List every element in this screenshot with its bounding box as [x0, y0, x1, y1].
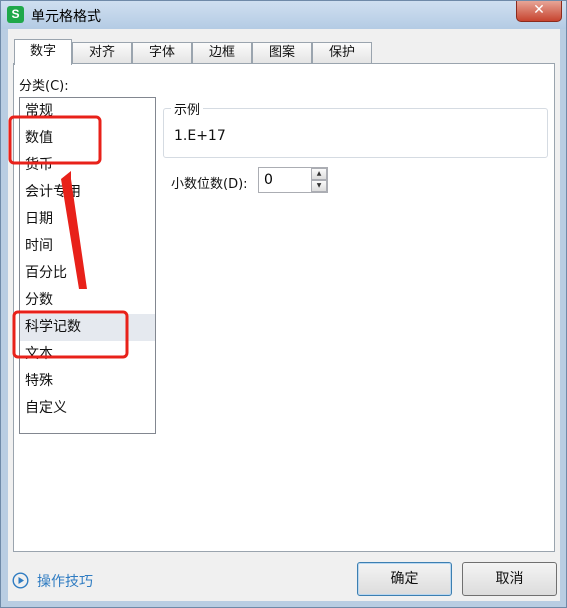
play-circle-icon	[12, 572, 29, 589]
close-button[interactable]: ✕	[516, 1, 562, 22]
list-item-text[interactable]: 文本	[20, 341, 155, 368]
ok-button[interactable]: 确定	[357, 562, 452, 596]
dialog-title: 单元格格式	[31, 9, 101, 25]
list-item-general[interactable]: 常规	[20, 98, 155, 125]
spin-up-button[interactable]: ▲	[311, 168, 327, 180]
list-item-accounting[interactable]: 会计专用	[20, 179, 155, 206]
decimal-places-label: 小数位数(D):	[171, 177, 248, 192]
tab-border[interactable]: 边框	[192, 42, 252, 64]
decimal-places-input[interactable]	[259, 168, 311, 192]
list-item-custom[interactable]: 自定义	[20, 395, 155, 422]
cancel-button[interactable]: 取消	[462, 562, 557, 596]
tab-pattern[interactable]: 图案	[252, 42, 312, 64]
tab-font[interactable]: 字体	[132, 42, 192, 64]
decimal-places-stepper: ▲ ▼	[258, 167, 328, 193]
tab-protection[interactable]: 保护	[312, 42, 372, 64]
list-item-scientific[interactable]: 科学记数	[20, 314, 155, 341]
list-item-special[interactable]: 特殊	[20, 368, 155, 395]
format-cells-dialog: S 单元格格式 ✕ 数字 对齐 字体 边框 图案 保护 分类(C): 常规 数值…	[0, 0, 567, 608]
sample-legend: 示例	[171, 99, 204, 118]
sample-value: 1.E+17	[174, 128, 226, 144]
category-list[interactable]: 常规 数值 货币 会计专用 日期 时间 百分比 分数 科学记数 文本 特殊 自定…	[19, 97, 156, 434]
list-item-number[interactable]: 数值	[20, 125, 155, 152]
category-label: 分类(C):	[19, 79, 69, 94]
list-item-date[interactable]: 日期	[20, 206, 155, 233]
dialog-body: 数字 对齐 字体 边框 图案 保护 分类(C): 常规 数值 货币 会计专用 日…	[8, 29, 560, 601]
list-item-currency[interactable]: 货币	[20, 152, 155, 179]
spin-down-button[interactable]: ▼	[311, 180, 327, 192]
list-item-percentage[interactable]: 百分比	[20, 260, 155, 287]
title-bar[interactable]: S 单元格格式 ✕	[1, 1, 566, 29]
tab-alignment[interactable]: 对齐	[72, 42, 132, 64]
tips-label: 操作技巧	[37, 574, 93, 590]
list-item-time[interactable]: 时间	[20, 233, 155, 260]
tab-number[interactable]: 数字	[14, 39, 72, 65]
wps-app-icon: S	[7, 6, 24, 23]
number-tab-panel: 分类(C): 常规 数值 货币 会计专用 日期 时间 百分比 分数 科学记数 文…	[13, 63, 555, 552]
list-item-fraction[interactable]: 分数	[20, 287, 155, 314]
